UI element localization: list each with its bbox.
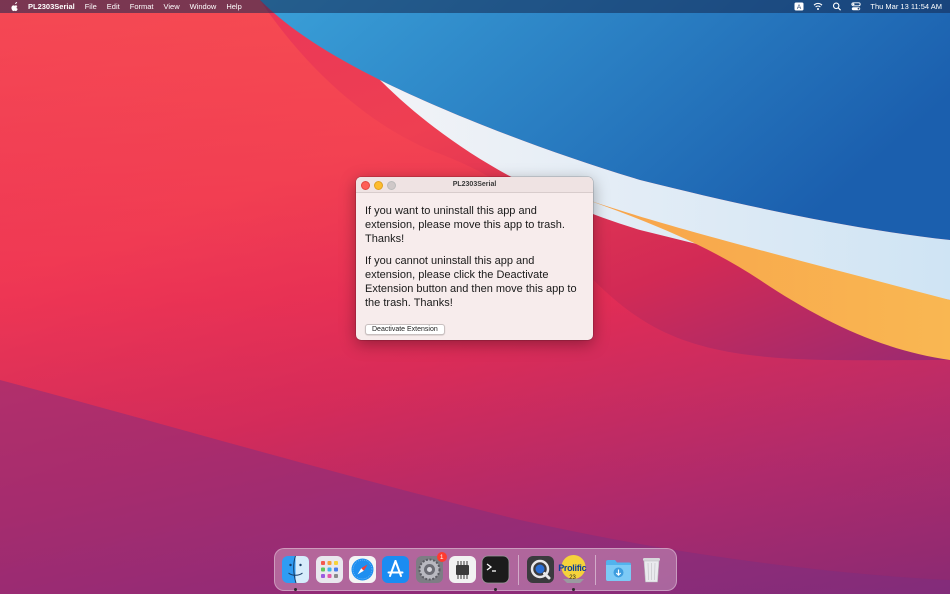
- window-content: If you want to uninstall this app and ex…: [356, 193, 593, 336]
- control-center-icon[interactable]: [851, 2, 862, 11]
- window-title: PL2303Serial: [452, 181, 497, 188]
- terminal-icon: [482, 555, 510, 584]
- menu-bar: PL2303Serial File Edit Format View Windo…: [0, 0, 950, 13]
- dock-separator: [517, 554, 519, 585]
- zoom-window-button[interactable]: [387, 181, 396, 190]
- system-information-icon: [449, 556, 477, 583]
- uninstall-message: If you want to uninstall this app and ex…: [365, 205, 565, 245]
- app-window: PL2303Serial If you want to uninstall th…: [356, 177, 593, 340]
- prolific-sub-label: 23: [569, 575, 576, 581]
- apple-menu-icon[interactable]: [10, 1, 20, 12]
- wifi-icon[interactable]: [813, 2, 823, 11]
- minimize-window-button[interactable]: [374, 181, 383, 190]
- spotlight-search-icon[interactable]: [832, 2, 842, 11]
- keyboard-input-icon[interactable]: A: [794, 2, 804, 11]
- desktop: PL2303Serial File Edit Format View Windo…: [0, 0, 950, 594]
- dock-item-launchpad[interactable]: [315, 555, 344, 584]
- notification-badge: 1: [436, 552, 447, 562]
- dock: 1 Prolific 23: [274, 548, 677, 591]
- prolific-label: Prolific: [558, 563, 587, 573]
- traffic-lights: [361, 181, 400, 190]
- quicktime-icon: [526, 556, 554, 583]
- input-source-label: A: [797, 4, 802, 11]
- dock-item-terminal[interactable]: [481, 555, 510, 591]
- dock-item-safari[interactable]: [348, 555, 377, 584]
- menu-app-name[interactable]: PL2303Serial: [28, 2, 75, 11]
- menu-file[interactable]: File: [85, 2, 97, 11]
- downloads-folder-icon: [605, 560, 631, 581]
- dock-item-system-preferences[interactable]: 1: [415, 552, 447, 584]
- menu-clock[interactable]: Thu Mar 13 11:54 AM: [870, 2, 942, 11]
- dock-item-downloads[interactable]: [604, 555, 633, 584]
- dock-item-finder[interactable]: [281, 555, 310, 591]
- launchpad-icon: [315, 556, 343, 583]
- running-indicator: [572, 588, 576, 591]
- trash-icon: [642, 558, 660, 583]
- dock-item-trash[interactable]: [637, 555, 666, 584]
- running-indicator: [494, 588, 498, 591]
- dock-separator: [595, 554, 597, 585]
- safari-icon: [348, 556, 376, 583]
- menu-format[interactable]: Format: [130, 2, 154, 11]
- close-window-button[interactable]: [361, 181, 370, 190]
- running-indicator: [294, 588, 298, 591]
- menu-window[interactable]: Window: [190, 2, 217, 11]
- dock-item-system-information[interactable]: [448, 555, 477, 584]
- deactivate-message: If you cannot uninstall this app and ext…: [365, 255, 577, 309]
- deactivate-extension-button[interactable]: Deactivate Extension: [365, 324, 445, 335]
- dock-item-app-store[interactable]: [381, 555, 410, 584]
- window-titlebar[interactable]: PL2303Serial: [356, 177, 593, 193]
- menu-edit[interactable]: Edit: [107, 2, 120, 11]
- app-store-icon: [382, 556, 410, 583]
- status-area: A Thu Mar 13 11:54 AM: [785, 2, 942, 11]
- finder-icon: [282, 555, 310, 584]
- menu-view[interactable]: View: [164, 2, 180, 11]
- dock-item-quicktime[interactable]: [526, 555, 555, 584]
- dock-item-prolific[interactable]: Prolific 23: [558, 555, 588, 591]
- menu-help[interactable]: Help: [226, 2, 241, 11]
